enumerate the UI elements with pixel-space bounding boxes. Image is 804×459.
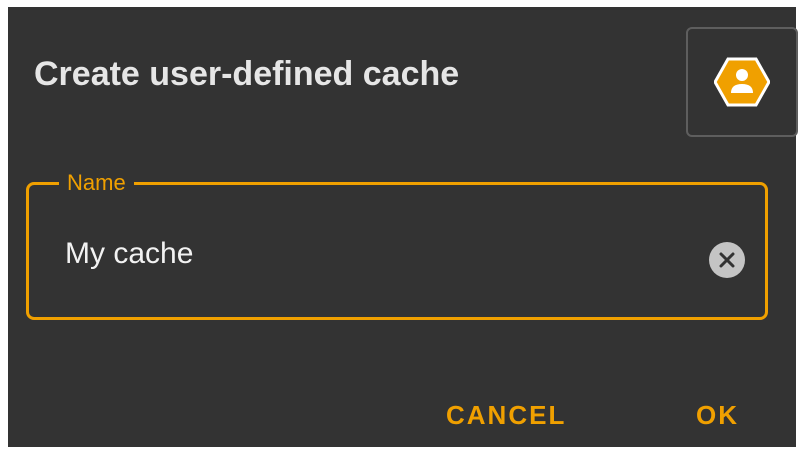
name-field-label: Name bbox=[59, 170, 134, 196]
clear-circle-icon bbox=[719, 252, 735, 268]
cancel-button[interactable]: CANCEL bbox=[446, 400, 566, 431]
clear-button[interactable] bbox=[709, 242, 745, 278]
cache-type-button[interactable] bbox=[686, 27, 798, 137]
create-cache-dialog: Create user-defined cache Name CANCEL OK bbox=[8, 7, 798, 447]
name-input[interactable] bbox=[65, 234, 665, 274]
dialog-title: Create user-defined cache bbox=[34, 55, 460, 93]
name-field: Name bbox=[26, 170, 768, 320]
user-hexagon-icon bbox=[714, 57, 770, 107]
ok-button[interactable]: OK bbox=[696, 400, 739, 431]
